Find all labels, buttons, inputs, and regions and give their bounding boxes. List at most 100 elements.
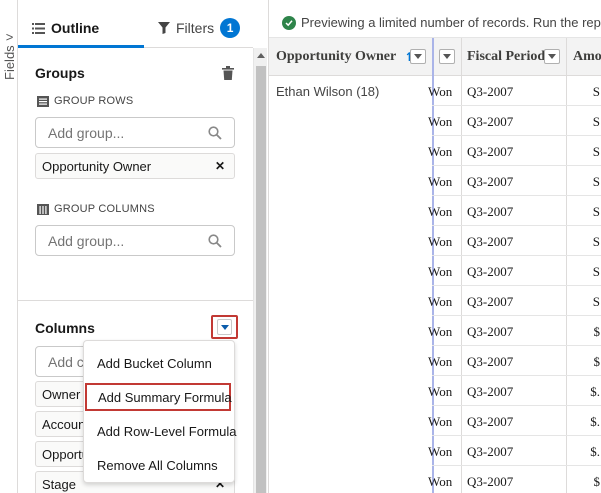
tab-filters-label: Filters: [176, 20, 215, 36]
table-row: Won Q3-2007 $.: [428, 436, 601, 466]
amount-cell: S: [592, 264, 600, 279]
columns-dropdown-menu: Add Bucket Column Add Summary Formula Ad…: [83, 340, 236, 483]
group-columns-search[interactable]: [35, 225, 235, 256]
group-row-pill[interactable]: Opportunity Owner ✕: [35, 153, 235, 179]
amount-cell: S: [592, 84, 600, 99]
chevron-down-icon: [217, 319, 232, 335]
amount-cell: S: [592, 144, 600, 159]
group-rows-search[interactable]: [35, 117, 235, 148]
table-row: Won Q3-2007 $: [428, 346, 601, 376]
stage-cell: Won: [428, 234, 453, 249]
columns-title: Columns: [35, 320, 95, 336]
stage-cell: Won: [428, 444, 453, 459]
table-row: Won Q3-2007 $.: [428, 406, 601, 436]
group-label: Ethan Wilson (18): [276, 84, 380, 99]
amount-cell: $.: [590, 384, 600, 399]
fiscal-period-column-menu-icon[interactable]: [544, 49, 560, 64]
rows-icon: [37, 95, 49, 107]
list-icon: [32, 22, 45, 34]
columns-menu-button[interactable]: [211, 315, 238, 339]
fiscal-period-cell: Q3-2007: [467, 114, 514, 129]
fields-panel-toggle[interactable]: Fields >: [0, 0, 18, 493]
stage-cell: Won: [428, 204, 453, 219]
header-amount[interactable]: Amou: [573, 38, 601, 76]
amount-cell: S: [592, 204, 600, 219]
tab-filters[interactable]: Filters 1: [158, 8, 241, 48]
stage-cell: Won: [428, 264, 453, 279]
group-columns-label: GROUP COLUMNS: [37, 203, 155, 215]
table-row: Won Q3-2007 $: [428, 316, 601, 346]
active-tab-indicator: [18, 45, 144, 48]
fiscal-period-cell: Q3-2007: [467, 234, 514, 249]
amount-cell: $.: [590, 444, 600, 459]
fiscal-period-cell: Q3-2007: [467, 174, 514, 189]
amount-cell: S: [592, 114, 600, 129]
tab-outline-label: Outline: [51, 20, 100, 36]
filters-count-badge: 1: [220, 18, 241, 38]
scroll-up-arrow-icon[interactable]: [257, 53, 265, 58]
table-row: Won Q3-2007 S: [428, 136, 601, 166]
table-row: Won Q3-2007 S: [428, 196, 601, 226]
grid-header: Opportunity Owner ↑ Fiscal Period Amou: [269, 38, 601, 76]
group-rows-input[interactable]: [48, 124, 198, 141]
menu-item-remove-all-columns[interactable]: Remove All Columns: [84, 451, 234, 479]
menu-item-add-bucket-column[interactable]: Add Bucket Column: [84, 349, 234, 377]
fiscal-period-cell: Q3-2007: [467, 414, 514, 429]
scrollbar-top-spacer: [253, 0, 267, 48]
table-row: Won Q3-2007 S: [428, 256, 601, 286]
amount-cell: $: [593, 354, 601, 369]
amount-cell: S: [592, 294, 600, 309]
tab-outline[interactable]: Outline: [32, 8, 99, 48]
stage-cell: Won: [428, 414, 453, 429]
table-row: Won Q3-2007 $.: [428, 376, 601, 406]
panel-tabs: Outline Filters 1: [18, 8, 253, 48]
fiscal-period-cell: Q3-2007: [467, 204, 514, 219]
stage-cell: Won: [428, 174, 453, 189]
fiscal-period-cell: Q3-2007: [467, 294, 514, 309]
group-columns-input[interactable]: [48, 232, 198, 249]
groups-title: Groups: [35, 65, 85, 81]
preview-notice: Previewing a limited number of records. …: [269, 8, 601, 38]
header-opportunity-owner[interactable]: Opportunity Owner ↑: [276, 38, 414, 76]
filter-icon: [158, 22, 170, 34]
fiscal-period-cell: Q3-2007: [467, 84, 514, 99]
fiscal-period-cell: Q3-2007: [467, 384, 514, 399]
scrollbar-thumb[interactable]: [256, 66, 266, 493]
table-row: Won Q3-2007 S: [428, 106, 601, 136]
report-preview-grid: Previewing a limited number of records. …: [268, 0, 601, 493]
stage-cell: Won: [428, 354, 453, 369]
stage-cell: Won: [428, 84, 453, 99]
stage-cell: Won: [428, 294, 453, 309]
search-icon: [208, 126, 222, 140]
stage-cell: Won: [428, 384, 453, 399]
table-row: Won Q3-2007 $: [428, 466, 601, 493]
owner-column-menu-icon[interactable]: [410, 49, 426, 64]
columns-icon: [37, 203, 49, 215]
header-fiscal-period[interactable]: Fiscal Period: [467, 38, 545, 76]
section-divider: [18, 300, 253, 301]
group-rows-label: GROUP ROWS: [37, 95, 133, 107]
menu-item-add-row-level-formula[interactable]: Add Row-Level Formula: [84, 417, 236, 445]
group-cell: Ethan Wilson (18): [269, 76, 432, 493]
check-circle-icon: [282, 15, 296, 30]
outline-scrollbar[interactable]: [253, 48, 267, 493]
remove-icon[interactable]: ✕: [215, 159, 225, 173]
table-row: Won Q3-2007 S: [428, 286, 601, 316]
fiscal-period-cell: Q3-2007: [467, 324, 514, 339]
stage-cell: Won: [428, 474, 453, 489]
fiscal-period-cell: Q3-2007: [467, 474, 514, 489]
amount-cell: $.: [590, 414, 600, 429]
stage-column-menu-icon[interactable]: [439, 49, 455, 64]
amount-cell: $: [593, 474, 601, 489]
table-row: Won Q3-2007 S: [428, 226, 601, 256]
fiscal-period-cell: Q3-2007: [467, 354, 514, 369]
table-row: Won Q3-2007 S: [428, 166, 601, 196]
menu-item-add-summary-formula[interactable]: Add Summary Formula: [85, 383, 232, 411]
amount-cell: $: [593, 324, 601, 339]
amount-cell: S: [592, 234, 600, 249]
trash-icon[interactable]: [222, 66, 234, 80]
fiscal-period-cell: Q3-2007: [467, 444, 514, 459]
chevron-right-icon: >: [5, 30, 14, 46]
fiscal-period-cell: Q3-2007: [467, 264, 514, 279]
stage-cell: Won: [428, 114, 453, 129]
